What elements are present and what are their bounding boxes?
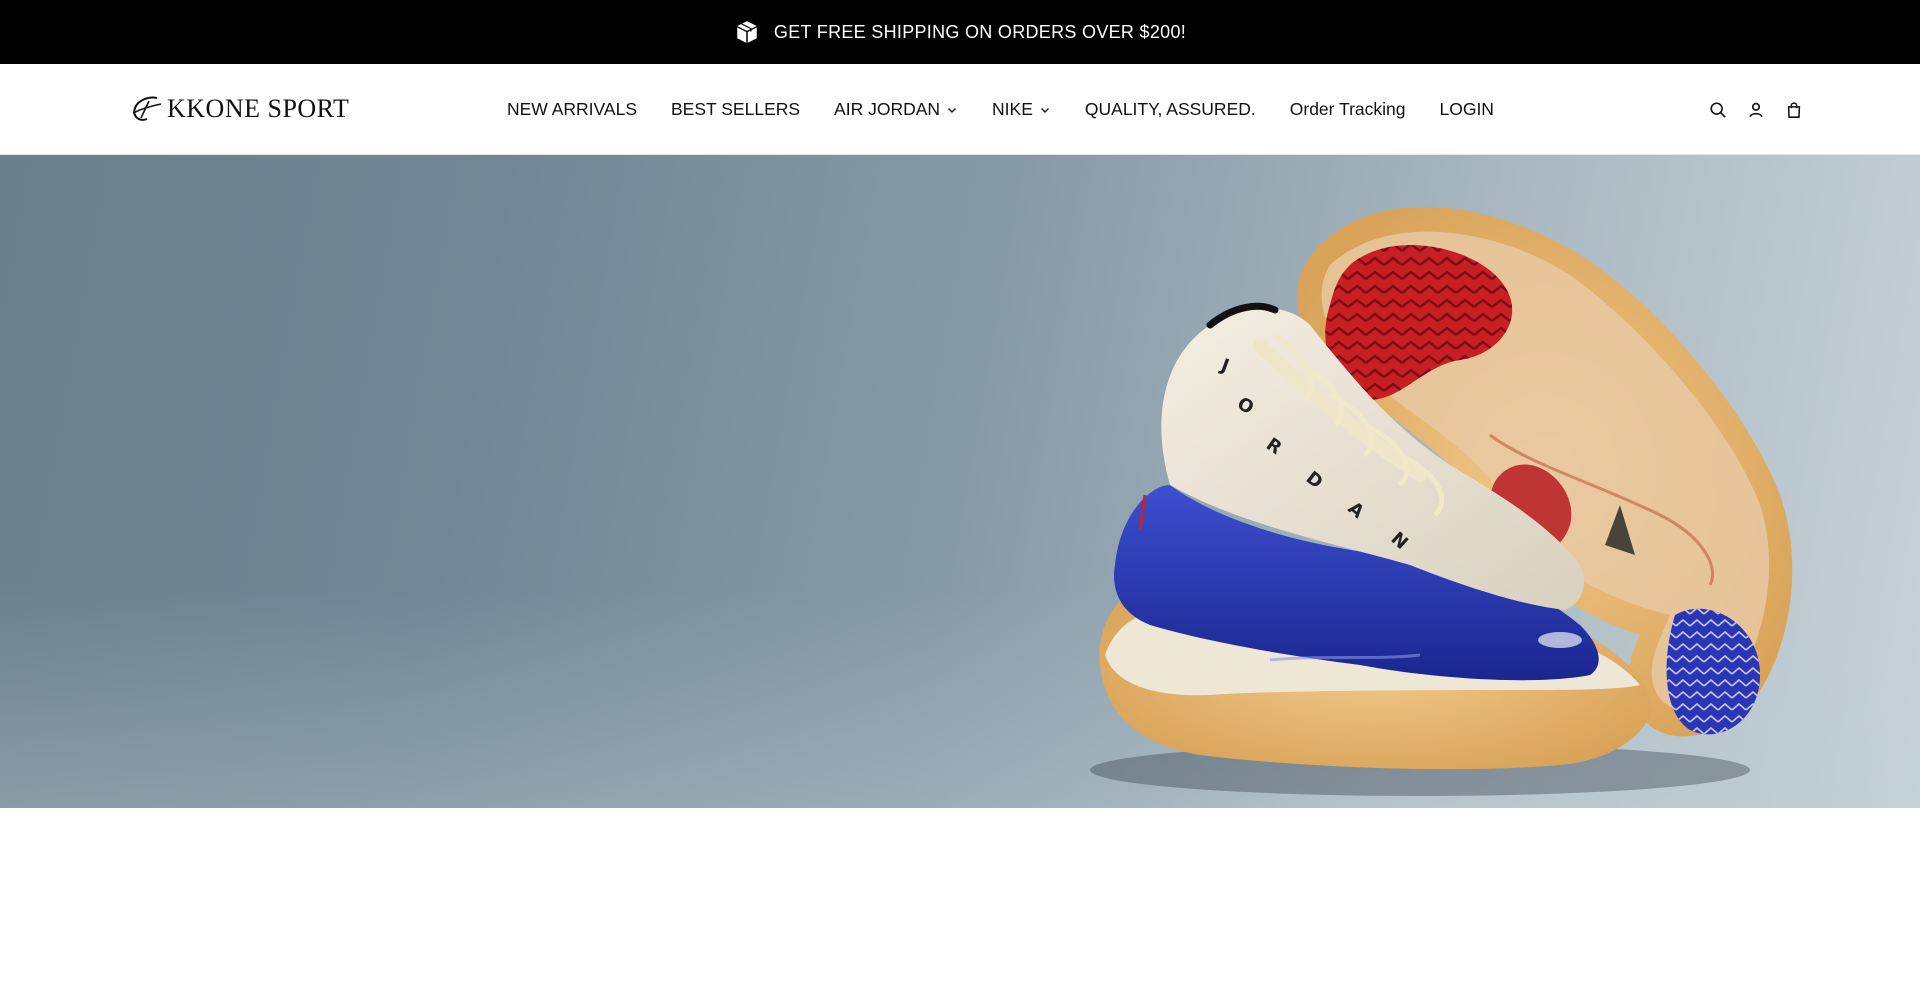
site-header: KKONE SPORT NEW ARRIVALS BEST SELLERS AI… (0, 64, 1920, 155)
nav-label: QUALITY, ASSURED. (1084, 99, 1256, 119)
sneaker-photo: J O R D A N (1090, 206, 1793, 796)
main-nav: NEW ARRIVALS BEST SELLERS AIR JORDAN NIK… (507, 64, 1494, 155)
logo-text: KKONE SPORT (167, 94, 350, 123)
chevron-down-icon (946, 104, 958, 116)
cart-icon[interactable] (1785, 101, 1803, 119)
nav-label: Order Tracking (1289, 99, 1406, 119)
nav-new-arrivals[interactable]: NEW ARRIVALS (507, 99, 637, 120)
nav-nike[interactable]: NIKE (992, 99, 1051, 120)
nav-quality-assured[interactable]: QUALITY, ASSURED. (1085, 99, 1256, 120)
nav-label: AIR JORDAN (834, 99, 941, 119)
logo[interactable]: KKONE SPORT (129, 92, 349, 126)
hero-banner: J O R D A N (0, 155, 1920, 808)
header-actions (1709, 64, 1803, 155)
nav-air-jordan[interactable]: AIR JORDAN (834, 99, 958, 120)
search-icon[interactable] (1709, 101, 1727, 119)
page-body (0, 808, 1920, 993)
announcement-text: GET FREE SHIPPING ON ORDERS OVER $200! (773, 21, 1187, 42)
chevron-down-icon (1039, 104, 1051, 116)
nav-login[interactable]: LOGIN (1439, 99, 1493, 120)
announcement-bar: GET FREE SHIPPING ON ORDERS OVER $200! (0, 0, 1920, 64)
logo-mark-icon (129, 92, 163, 126)
nav-best-sellers[interactable]: BEST SELLERS (671, 99, 800, 120)
nav-label: NEW ARRIVALS (507, 99, 637, 119)
nav-order-tracking[interactable]: Order Tracking (1290, 99, 1406, 120)
package-icon (734, 19, 760, 45)
account-icon[interactable] (1747, 101, 1765, 119)
nav-label: BEST SELLERS (671, 99, 801, 119)
nav-label: NIKE (992, 99, 1033, 119)
nav-label: LOGIN (1439, 99, 1494, 119)
